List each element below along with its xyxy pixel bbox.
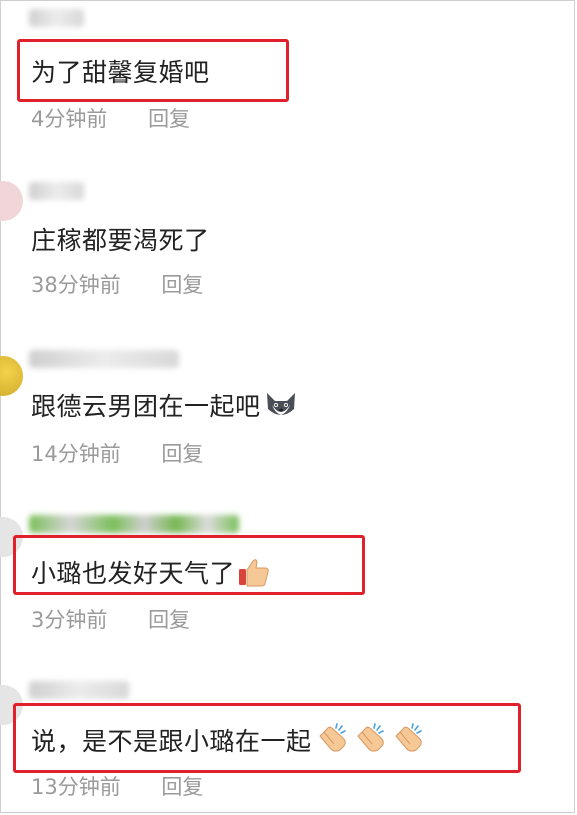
reply-button[interactable]: 回复	[161, 438, 203, 468]
reply-button[interactable]: 回复	[161, 269, 203, 299]
comment-time: 14分钟前	[31, 442, 121, 466]
username-blurred	[29, 182, 84, 200]
highlight-box	[13, 703, 521, 773]
avatar	[0, 356, 23, 396]
username-blurred	[29, 9, 84, 27]
comment-text-content: 跟德云男团在一起吧	[31, 392, 261, 421]
comment-text: 庄稼都要渴死了	[31, 226, 210, 255]
comment-time: 38分钟前	[31, 273, 121, 297]
comment-time: 4分钟前	[31, 107, 108, 131]
comment-time: 3分钟前	[31, 608, 108, 632]
reply-button[interactable]: 回复	[161, 771, 203, 801]
highlight-box	[13, 535, 365, 595]
comment-time: 13分钟前	[31, 775, 121, 799]
username-blurred	[29, 515, 239, 533]
username-blurred	[29, 681, 129, 699]
comment-text: 跟德云男团在一起吧	[31, 387, 299, 427]
highlight-box	[17, 39, 289, 102]
reply-button[interactable]: 回复	[148, 103, 190, 133]
avatar	[0, 181, 23, 221]
reply-button[interactable]: 回复	[148, 604, 190, 634]
comment-list: 为了甜馨复婚吧 4分钟前 回复 庄稼都要渴死了 38分钟前 回复 跟德云男团在一…	[0, 0, 575, 813]
username-blurred	[29, 350, 179, 368]
husky-face-emoji	[263, 389, 299, 427]
